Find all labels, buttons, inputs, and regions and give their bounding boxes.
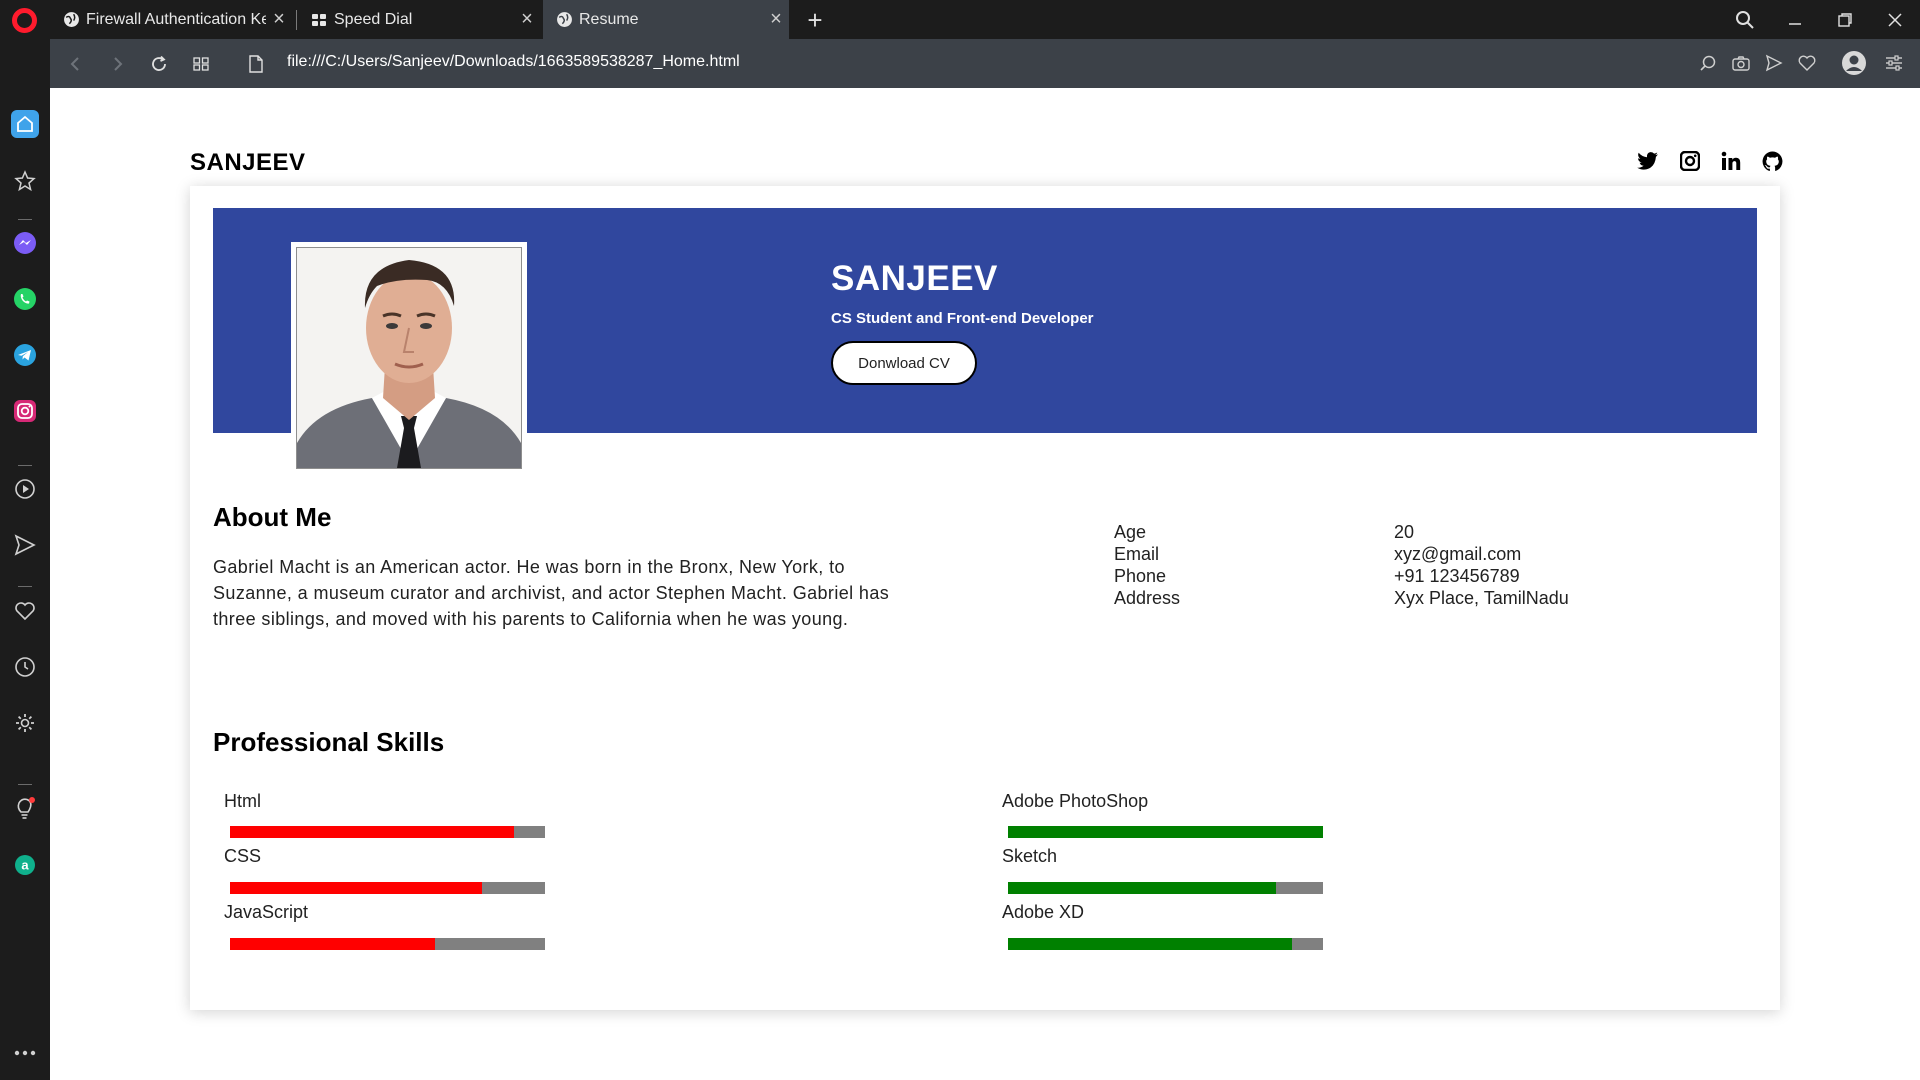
skill-label-javascript: JavaScript <box>224 902 309 922</box>
address-bar: file:///C:/Users/Sanjeev/Downloads/16635… <box>50 39 1920 88</box>
flow-send-icon[interactable] <box>11 531 39 559</box>
info-value-age: 20 <box>1394 522 1415 542</box>
svg-text:a: a <box>21 858 29 873</box>
download-cv-button[interactable]: Donwload CV <box>831 341 977 385</box>
github-icon[interactable] <box>1760 149 1784 173</box>
globe-icon <box>62 11 80 29</box>
info-key-email: Email <box>1114 544 1160 564</box>
skill-bar-html <box>230 826 545 838</box>
bookmarks-star-icon[interactable] <box>11 167 39 195</box>
skill-label-sketch: Sketch <box>1002 846 1058 866</box>
instagram-icon[interactable] <box>1678 149 1702 173</box>
lightbulb-icon[interactable] <box>11 795 39 823</box>
url-field[interactable]: file:///C:/Users/Sanjeev/Downloads/16635… <box>287 53 740 71</box>
close-icon[interactable]: × <box>266 8 292 31</box>
info-key-phone: Phone <box>1114 566 1167 586</box>
settings-gear-icon[interactable] <box>11 709 39 737</box>
profile-photo <box>291 242 527 474</box>
tab-firewall[interactable]: Firewall Authentication Kee × <box>50 0 292 39</box>
easy-setup-icon[interactable] <box>1882 51 1906 75</box>
camera-icon[interactable] <box>1729 51 1753 75</box>
profile-icon[interactable] <box>1840 49 1868 77</box>
aria-icon[interactable]: a <box>11 851 39 879</box>
skill-bar-fill <box>1008 882 1276 894</box>
site-brand[interactable]: SANJEEV <box>190 149 306 177</box>
send-icon[interactable] <box>1762 51 1786 75</box>
sidebar-divider <box>18 219 32 220</box>
reload-icon[interactable] <box>146 51 172 77</box>
opera-menu-icon[interactable] <box>12 8 37 33</box>
skill-label-html: Html <box>224 791 261 811</box>
telegram-icon[interactable] <box>11 341 39 369</box>
new-tab-button[interactable]: + <box>800 5 830 36</box>
tab-grid-icon[interactable] <box>188 51 214 77</box>
more-options-icon[interactable] <box>11 1039 39 1067</box>
profile-photo-frame <box>296 247 522 469</box>
skill-bar-photoshop <box>1008 826 1323 838</box>
info-key-age: Age <box>1114 522 1147 542</box>
web-page: SANJEEV SANJEEV CS Student and Front-end… <box>50 88 1920 1080</box>
sidebar-divider <box>18 465 32 466</box>
skill-bar-fill <box>230 882 482 894</box>
file-icon <box>243 51 269 77</box>
info-value-address: Xyx Place, TamilNadu <box>1394 588 1569 608</box>
resume-card: SANJEEV CS Student and Front-end Develop… <box>190 186 1780 1010</box>
skill-bar-javascript <box>230 938 545 950</box>
skill-bar-sketch <box>1008 882 1323 894</box>
restore-icon[interactable] <box>1820 0 1870 39</box>
close-icon[interactable]: × <box>763 8 789 31</box>
info-key-address: Address <box>1114 588 1181 608</box>
whatsapp-icon[interactable] <box>11 285 39 313</box>
search-page-icon[interactable] <box>1696 51 1720 75</box>
heart-icon[interactable] <box>1795 51 1819 75</box>
globe-icon <box>555 11 573 29</box>
sidebar-divider <box>18 586 32 587</box>
minimize-icon[interactable] <box>1770 0 1820 39</box>
player-icon[interactable] <box>11 475 39 503</box>
my-flow-heart-icon[interactable] <box>11 597 39 625</box>
messenger-icon[interactable] <box>11 229 39 257</box>
about-title: About Me <box>213 502 332 532</box>
tab-title: Resume <box>579 10 639 28</box>
skills-title: Professional Skills <box>213 727 445 757</box>
close-icon[interactable]: × <box>514 8 540 31</box>
search-tabs-icon[interactable] <box>1720 0 1770 39</box>
skill-bar-fill <box>1008 826 1323 838</box>
back-icon[interactable] <box>63 51 89 77</box>
info-value-email: xyz@gmail.com <box>1394 544 1522 564</box>
hero-name: SANJEEV <box>831 259 998 298</box>
instagram-sidebar-icon[interactable] <box>11 397 39 425</box>
skill-bar-fill <box>230 826 514 838</box>
history-clock-icon[interactable] <box>11 653 39 681</box>
linkedin-icon[interactable] <box>1719 149 1743 173</box>
tab-resume[interactable]: Resume × <box>543 0 789 39</box>
skill-bar-adobe-xd <box>1008 938 1323 950</box>
about-text: Gabriel Macht is an American actor. He w… <box>213 557 890 629</box>
forward-icon[interactable] <box>104 51 130 77</box>
tab-title: Firewall Authentication Kee <box>86 10 266 28</box>
close-window-icon[interactable] <box>1870 0 1920 39</box>
skill-label-css: CSS <box>224 846 262 866</box>
skill-label-adobe-xd: Adobe XD <box>1002 902 1085 922</box>
skill-bar-css <box>230 882 545 894</box>
grid-icon <box>310 11 328 29</box>
hero-role: CS Student and Front-end Developer <box>831 310 1094 327</box>
tab-title: Speed Dial <box>334 10 413 28</box>
tab-speed-dial[interactable]: Speed Dial × <box>298 0 540 39</box>
skill-label-photoshop: Adobe PhotoShop <box>1002 791 1149 811</box>
twitter-icon[interactable] <box>1636 149 1660 173</box>
skill-bar-fill <box>1008 938 1292 950</box>
home-icon[interactable] <box>11 110 39 138</box>
info-value-phone: +91 123456789 <box>1394 566 1520 586</box>
skill-bar-fill <box>230 938 435 950</box>
sidebar-divider <box>18 784 32 785</box>
browser-sidebar: a <box>0 39 50 1080</box>
browser-tabbar: Firewall Authentication Kee × Speed Dial… <box>0 0 1920 39</box>
tab-divider <box>296 10 297 30</box>
